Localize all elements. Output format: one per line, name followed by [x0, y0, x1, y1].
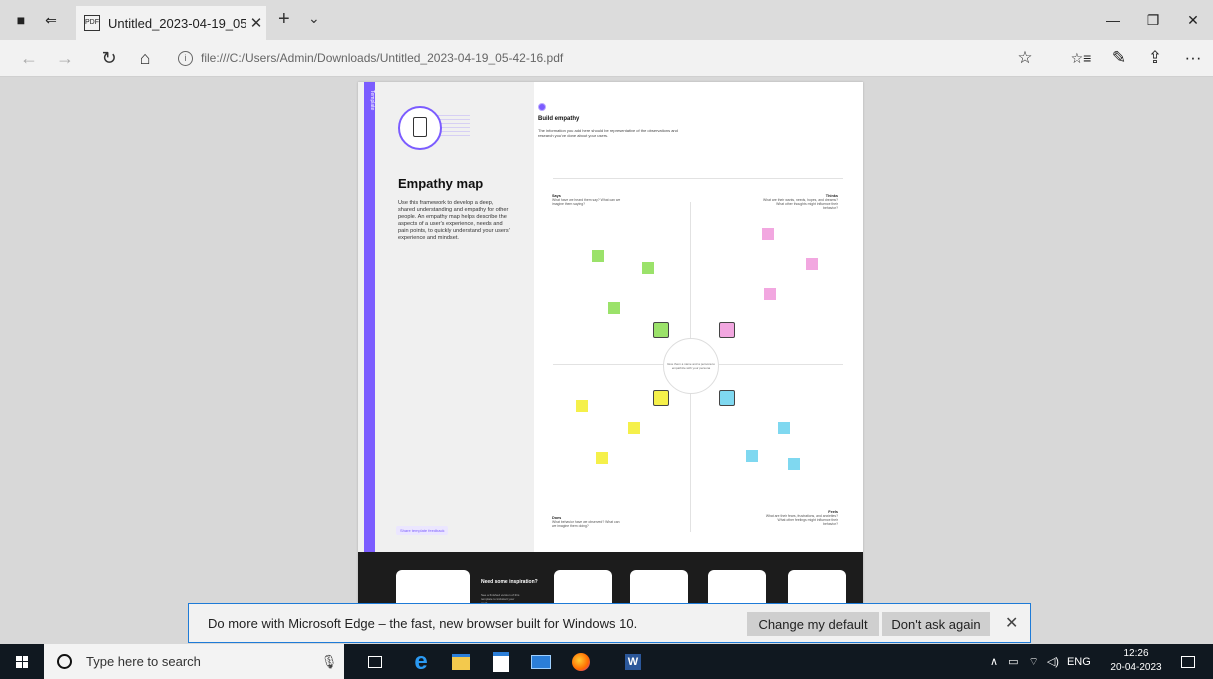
- feels-heart-icon: [719, 390, 735, 406]
- sticky-note: [642, 262, 654, 274]
- windows-logo-icon: [16, 655, 28, 668]
- tab-preview-chevron-icon[interactable]: ⌄: [308, 10, 320, 27]
- taskbar-search-box[interactable]: Type here to search 🎙: [44, 644, 344, 679]
- thinks-body: What are their wants, needs, hopes, and …: [763, 198, 839, 210]
- does-hand-icon: [653, 390, 669, 406]
- inspiration-title: Need some inspiration?: [481, 579, 538, 585]
- close-notification-icon[interactable]: ✕: [1005, 613, 1018, 633]
- notification-message: Do more with Microsoft Edge – the fast, …: [208, 616, 638, 631]
- tab-pdf[interactable]: PDF Untitled_2023-04-19_05 ✕: [76, 6, 266, 40]
- divider: [553, 178, 843, 179]
- says-monitor-icon: [653, 322, 669, 338]
- mail-icon[interactable]: [522, 644, 560, 679]
- system-tray: ∧ ▭ ⌔ ◁) ENG: [990, 644, 1091, 679]
- clock-time: 12:26: [1123, 648, 1149, 659]
- title-bar: ■ ⇐ PDF Untitled_2023-04-19_05 ✕ + ⌄ — ❐…: [0, 0, 1213, 40]
- new-tab-button[interactable]: +: [278, 8, 290, 31]
- tab-title: Untitled_2023-04-19_05: [108, 15, 246, 31]
- share-icon[interactable]: ⇪: [1138, 40, 1172, 76]
- task-view-icon[interactable]: [356, 644, 394, 679]
- microphone-icon[interactable]: 🎙: [314, 654, 344, 670]
- search-placeholder: Type here to search: [86, 654, 201, 669]
- battery-icon[interactable]: ▭: [1008, 655, 1018, 668]
- word-icon[interactable]: W: [614, 644, 652, 679]
- network-icon[interactable]: ⌔: [1028, 655, 1038, 669]
- phone-illustration-icon: [398, 106, 442, 150]
- feedback-link[interactable]: Share template feedback: [396, 526, 449, 535]
- close-window-button[interactable]: ✕: [1173, 0, 1213, 40]
- file-explorer-icon[interactable]: [442, 644, 480, 679]
- sticky-note: [576, 400, 588, 412]
- sticky-note: [746, 450, 758, 462]
- section-subtitle: The information you add here should be r…: [538, 128, 678, 138]
- action-center-icon[interactable]: [1168, 644, 1208, 679]
- home-button[interactable]: ⌂: [128, 40, 162, 76]
- address-bar: ← → ↻ ⌂ i file:///C:/Users/Admin/Downloa…: [0, 40, 1213, 77]
- template-description: Use this framework to develop a deep, sh…: [398, 200, 510, 241]
- edge-app-icon[interactable]: e: [402, 644, 440, 679]
- sticky-note: [596, 452, 608, 464]
- thinks-label: Thinks What are their wants, needs, hope…: [763, 194, 838, 210]
- template-intro-panel: [358, 82, 534, 552]
- does-label: Does What behavior have we observed? Wha…: [552, 516, 622, 528]
- taskbar-clock[interactable]: 12:26 20-04-2023: [1108, 647, 1164, 675]
- feels-body: What are their fears, frustrations, and …: [765, 514, 838, 526]
- cortana-icon: [57, 654, 72, 669]
- refresh-button[interactable]: ↻: [92, 40, 126, 76]
- sticky-note: [608, 302, 620, 314]
- feels-label: Feels What are their fears, frustrations…: [763, 510, 838, 526]
- template-side-bar: Template: [364, 82, 375, 552]
- store-icon[interactable]: [482, 644, 520, 679]
- url-field[interactable]: i file:///C:/Users/Admin/Downloads/Untit…: [178, 46, 998, 70]
- sticky-note: [628, 422, 640, 434]
- web-notes-icon[interactable]: ✎: [1102, 40, 1136, 76]
- section-title: Build empathy: [538, 116, 580, 122]
- thinks-bubble-icon: [719, 322, 735, 338]
- sticky-note: [788, 458, 800, 470]
- tab-actions-icon[interactable]: ■: [6, 0, 36, 40]
- volume-icon[interactable]: ◁): [1047, 655, 1059, 668]
- clock-date: 20-04-2023: [1110, 662, 1162, 673]
- more-options-icon[interactable]: ···: [1176, 40, 1210, 76]
- start-button[interactable]: [0, 644, 44, 679]
- sticky-note: [764, 288, 776, 300]
- step-dot-icon: [538, 103, 546, 111]
- dont-ask-again-button[interactable]: Don't ask again: [882, 612, 990, 636]
- restore-button[interactable]: ❐: [1133, 0, 1173, 40]
- pdf-page: Template Empathy map Use this framework …: [358, 82, 863, 622]
- edge-default-notification: Do more with Microsoft Edge – the fast, …: [188, 603, 1031, 643]
- firefox-icon[interactable]: [562, 644, 600, 679]
- sticky-note: [778, 422, 790, 434]
- site-info-icon[interactable]: i: [178, 50, 193, 66]
- sticky-note: [592, 250, 604, 262]
- favorite-star-icon[interactable]: ☆: [1008, 40, 1042, 76]
- favorites-hub-icon[interactable]: ☆≡: [1064, 40, 1098, 76]
- persona-text: Give them a name and a persona to empath…: [667, 362, 715, 370]
- sticky-note: [806, 258, 818, 270]
- taskbar: Type here to search 🎙 e W ∧ ▭ ⌔ ◁) ENG 1…: [0, 644, 1213, 679]
- says-body: What have we heard them say? What can we…: [552, 198, 621, 206]
- set-aside-tabs-icon[interactable]: ⇐: [36, 0, 66, 40]
- sticky-note: [762, 228, 774, 240]
- template-title: Empathy map: [398, 176, 484, 191]
- says-label: Says What have we heard them say? What c…: [552, 194, 622, 206]
- show-hidden-icons-chevron[interactable]: ∧: [990, 655, 998, 668]
- pdf-file-icon: PDF: [84, 15, 100, 31]
- forward-button[interactable]: →: [48, 40, 82, 76]
- template-side-label: Template: [369, 90, 375, 111]
- window-controls: — ❐ ✕: [1093, 0, 1213, 40]
- back-button[interactable]: ←: [12, 40, 46, 76]
- persona-circle: Give them a name and a persona to empath…: [663, 338, 719, 394]
- tab-close-icon[interactable]: ✕: [246, 14, 266, 32]
- minimize-button[interactable]: —: [1093, 0, 1133, 40]
- url-text: file:///C:/Users/Admin/Downloads/Untitle…: [201, 51, 564, 65]
- change-default-button[interactable]: Change my default: [747, 612, 879, 636]
- language-indicator[interactable]: ENG: [1067, 656, 1091, 668]
- does-body: What behavior have we observed? What can…: [552, 520, 620, 528]
